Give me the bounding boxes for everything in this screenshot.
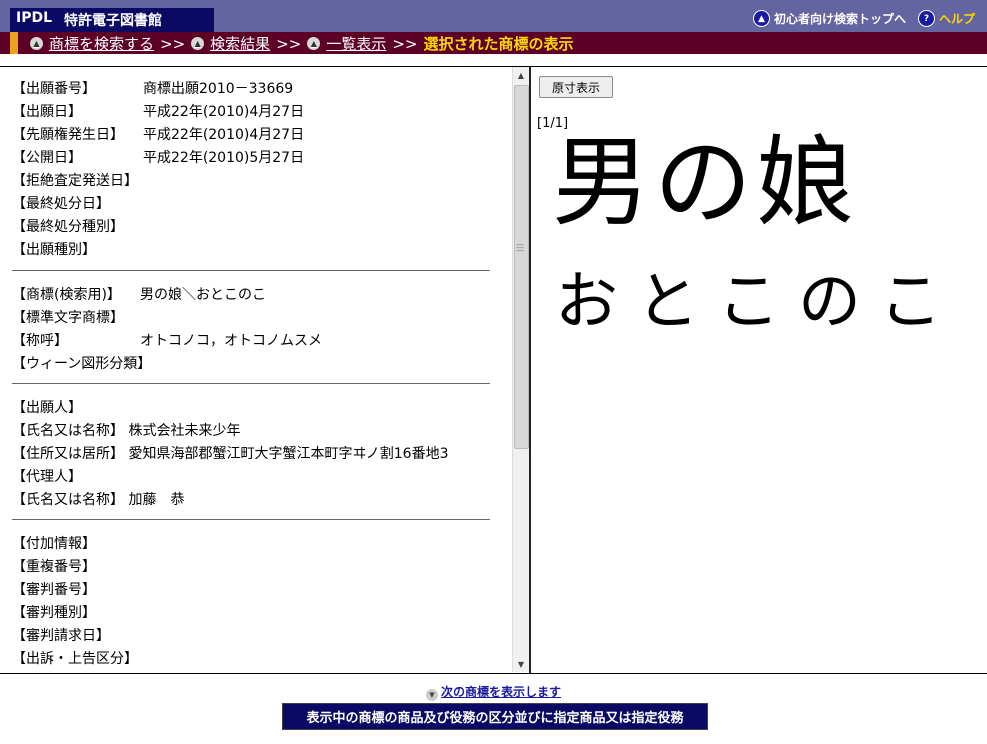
section-divider: [12, 519, 490, 520]
goods-services-button[interactable]: 表示中の商標の商品及び役務の区分並びに指定商品又は指定役務: [282, 703, 708, 730]
details-scrollbar[interactable]: ▲ — — — ▼: [512, 67, 529, 672]
up-arrow-icon: ▲: [30, 37, 43, 50]
detail-label: 【商標(検索用)】: [12, 287, 121, 303]
section-divider: [12, 383, 490, 384]
breadcrumb-separator: >>: [276, 34, 302, 53]
next-trademark-row: ▼ 次の商標を表示します: [0, 683, 987, 701]
detail-label: 【出願日】: [12, 104, 82, 120]
detail-row: 【最終処分種別】: [12, 216, 124, 236]
detail-label: 【出願種別】: [12, 242, 96, 258]
help-label: ヘルプ: [938, 12, 975, 26]
detail-value: 愛知県海部郡蟹江町大字蟹江本町字ヰノ割16番地3: [128, 446, 449, 462]
next-trademark-link[interactable]: 次の商標を表示します: [441, 685, 561, 699]
detail-row: 【商標(検索用)】 男の娘＼おとこのこ: [12, 284, 266, 304]
detail-row: 【重複番号】: [12, 556, 96, 576]
panel-divider[interactable]: [529, 67, 531, 673]
trademark-details-panel: 【出願番号】 商標出願2010－33669 【出願日】 平成22年(2010)4月2…: [0, 67, 512, 672]
detail-label: 【重複番号】: [12, 559, 96, 575]
header-links: ▲ 初心者向け検索トップへ ? ヘルプ: [752, 10, 975, 27]
breadcrumb: ▲ 商標を検索する >> ▲ 検索結果 >> ▲ 一覧表示 >> 選択された商標の表示: [30, 33, 573, 54]
up-arrow-icon: ▲: [191, 37, 205, 50]
detail-value: 男の娘＼おとこのこ: [140, 287, 266, 303]
detail-label: 【最終処分種別】: [12, 219, 124, 235]
detail-row: 【標準文字商標】: [12, 307, 124, 327]
footer-divider: [0, 673, 987, 674]
header: IPDL 特許電子図書館 ▲ 初心者向け検索トップへ ? ヘルプ ▲ 商標を検索す…: [0, 0, 987, 56]
detail-value: オトコノコ，オトコノムスメ: [140, 333, 322, 349]
scrollbar-grip-icon: — — —: [516, 240, 524, 255]
detail-label: 【出願番号】: [12, 81, 96, 97]
detail-value: 平成22年(2010)4月27日: [143, 104, 305, 120]
breadcrumb-separator: >>: [392, 34, 418, 53]
breadcrumb-label: 一覧表示: [326, 35, 387, 53]
breadcrumb-list-view[interactable]: ▲ 一覧表示: [307, 33, 386, 54]
detail-row: 【氏名又は名称】 株式会社未来少年: [12, 420, 240, 440]
detail-row: 【付加情報】: [12, 533, 96, 553]
detail-label: 【出訴・上告区分】: [12, 651, 138, 667]
detail-value: 加藤 恭: [128, 492, 185, 508]
detail-label: 【氏名又は名称】: [12, 423, 124, 439]
detail-row: 【住所又は居所】 愛知県海部郡蟹江町大字蟹江本町字ヰノ割16番地3: [12, 443, 448, 463]
detail-label: 【審判番号】: [12, 582, 96, 598]
detail-label: 【称呼】: [12, 333, 68, 349]
detail-row: 【出願種別】: [12, 239, 96, 259]
detail-row: 【拒絶査定発送日】: [12, 170, 138, 190]
down-arrow-icon: ▼: [425, 689, 438, 701]
detail-label: 【氏名又は名称】: [12, 492, 124, 508]
detail-label: 【代理人】: [12, 469, 82, 485]
ipdl-logo[interactable]: IPDL: [16, 10, 52, 26]
detail-label: 【付加情報】: [12, 536, 96, 552]
breadcrumb-current: 選択された商標の表示: [423, 35, 574, 53]
detail-label: 【ウィーン図形分類】: [12, 356, 152, 372]
detail-label: 【標準文字商標】: [12, 310, 124, 326]
scroll-down-arrow-icon[interactable]: ▼: [513, 656, 529, 672]
site-title: 特許電子図書館: [64, 13, 162, 29]
scroll-up-arrow-icon[interactable]: ▲: [513, 67, 529, 83]
breadcrumb-label: 検索結果: [210, 35, 271, 53]
detail-label: 【拒絶査定発送日】: [12, 173, 138, 189]
detail-row: 【先願権発生日】 平成22年(2010)4月27日: [12, 124, 304, 144]
detail-label: 【審判種別】: [12, 605, 96, 621]
detail-row: 【ウィーン図形分類】: [12, 353, 151, 373]
scrollbar-thumb[interactable]: [514, 85, 529, 449]
up-arrow-icon: ▲: [307, 37, 321, 50]
detail-label: 【最終処分日】: [12, 196, 110, 212]
beginner-search-top-label: 初心者向け検索トップへ: [773, 12, 906, 26]
detail-row: 【出願日】 平成22年(2010)4月27日: [12, 101, 304, 121]
detail-row: 【出願番号】 商標出願2010－33669: [12, 78, 293, 98]
breadcrumb-label: 商標を検索する: [49, 35, 155, 53]
detail-label: 【先願権発生日】: [12, 127, 124, 143]
beginner-search-top-link[interactable]: ▲ 初心者向け検索トップへ: [752, 10, 906, 27]
detail-label: 【出願人】: [12, 400, 82, 416]
detail-row: 【出訴・上告区分】: [12, 648, 138, 668]
detail-value: 株式会社未来少年: [128, 423, 241, 439]
detail-row: 【公開日】 平成22年(2010)5月27日: [12, 147, 304, 167]
trademark-image-main: 男の娘: [552, 126, 859, 240]
breadcrumb-trademark-search[interactable]: ▲ 商標を検索する: [30, 33, 154, 54]
original-size-button[interactable]: 原寸表示: [539, 76, 613, 98]
detail-value: 平成22年(2010)4月27日: [143, 127, 305, 143]
trademark-image-reading: おとこのこ: [555, 265, 960, 338]
detail-row: 【称呼】 オトコノコ，オトコノムスメ: [12, 330, 322, 350]
detail-label: 【住所又は居所】: [12, 446, 124, 462]
breadcrumb-separator: >>: [160, 34, 186, 53]
section-divider: [12, 270, 490, 271]
detail-value: 平成22年(2010)5月27日: [143, 150, 305, 166]
detail-row: 【代理人】: [12, 466, 82, 486]
accent-strip: [10, 32, 18, 54]
detail-row: 【氏名又は名称】 加藤 恭: [12, 489, 184, 509]
help-icon: ?: [917, 10, 935, 27]
detail-row: 【審判請求日】: [12, 625, 110, 645]
breadcrumb-search-results[interactable]: ▲ 検索結果: [191, 33, 270, 54]
detail-label: 【審判請求日】: [12, 628, 110, 644]
detail-row: 【最終処分日】: [12, 193, 110, 213]
detail-label: 【公開日】: [12, 150, 82, 166]
up-arrow-icon: ▲: [752, 10, 770, 27]
help-link[interactable]: ? ヘルプ: [917, 10, 975, 27]
detail-row: 【審判番号】: [12, 579, 96, 599]
detail-row: 【出願人】: [12, 397, 82, 417]
detail-value: 商標出願2010－33669: [143, 81, 294, 97]
detail-row: 【審判種別】: [12, 602, 96, 622]
